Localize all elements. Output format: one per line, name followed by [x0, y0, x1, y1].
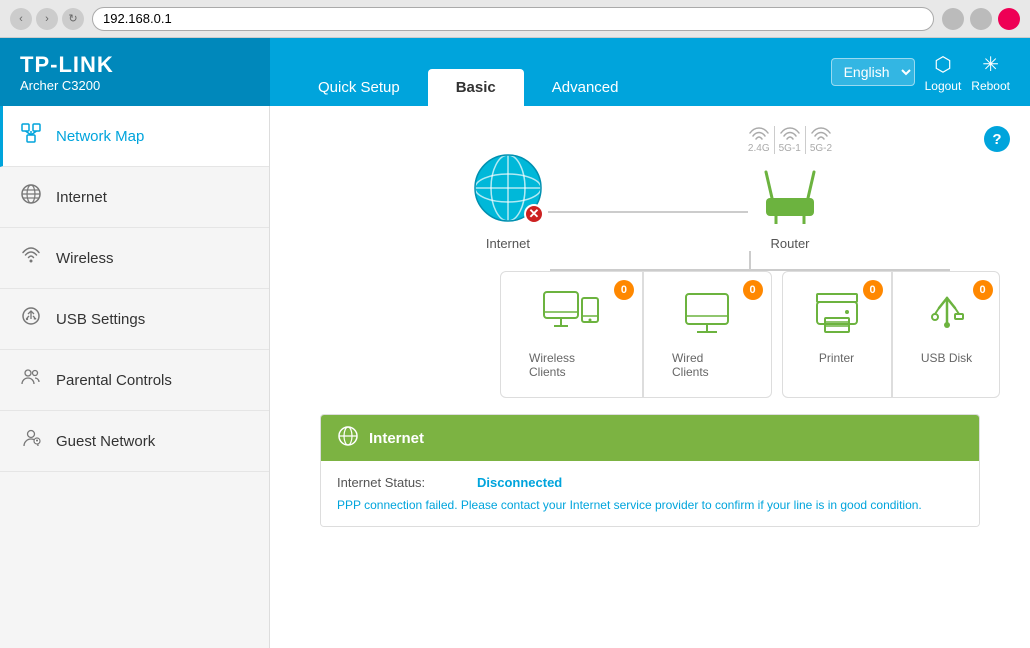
sidebar-item-parental-controls[interactable]: Parental Controls — [0, 350, 269, 411]
client-boxes-row: 0 — [500, 271, 1000, 398]
sidebar: Network Map Internet — [0, 106, 270, 648]
internet-error-badge: ✕ — [524, 204, 544, 224]
internet-label: Internet — [486, 236, 530, 251]
sidebar-label-guest-network: Guest Network — [56, 433, 155, 450]
browser-icon-3 — [998, 8, 1020, 30]
brand-name: TP-LINK — [20, 52, 114, 78]
sidebar-label-parental-controls: Parental Controls — [56, 372, 172, 389]
refresh-button[interactable]: ↻ — [62, 8, 84, 30]
right-client-group: 0 — [782, 271, 1001, 398]
wifi-divider-1 — [774, 126, 775, 154]
wifi-divider-2 — [805, 126, 806, 154]
usb-disk-label: USB Disk — [921, 351, 972, 365]
topo-h-line — [548, 211, 748, 213]
network-map-content: ? — [270, 106, 1030, 547]
sidebar-item-internet[interactable]: Internet — [0, 167, 269, 228]
wired-clients-label: Wired Clients — [672, 351, 743, 379]
browser-nav: ‹ › ↻ — [10, 8, 84, 30]
sidebar-label-internet: Internet — [56, 189, 107, 206]
router-svg — [754, 166, 826, 224]
topology-top-row: ✕ Internet — [300, 126, 1000, 251]
status-row: Internet Status: Disconnected — [337, 475, 963, 490]
status-header: Internet — [321, 415, 979, 461]
forward-button[interactable]: › — [36, 8, 58, 30]
main: Network Map Internet — [0, 106, 1030, 648]
internet-icon-container: ✕ — [468, 148, 548, 228]
reboot-button[interactable]: ✳ Reboot — [971, 52, 1010, 93]
tab-basic[interactable]: Basic — [428, 69, 524, 106]
tab-quick-setup[interactable]: Quick Setup — [290, 69, 428, 106]
printer-badge: 0 — [863, 280, 883, 300]
internet-icon — [20, 183, 42, 211]
wireless-clients-label: Wireless Clients — [529, 351, 614, 379]
browser-icon-1 — [942, 8, 964, 30]
brand: TP-LINK Archer C3200 — [0, 38, 270, 106]
browser-chrome: ‹ › ↻ — [0, 0, 1030, 38]
status-message: PPP connection failed. Please contact yo… — [337, 498, 963, 512]
usb-disk-badge: 0 — [973, 280, 993, 300]
back-button[interactable]: ‹ — [10, 8, 32, 30]
logout-label: Logout — [925, 79, 962, 93]
usb-disk-icon — [921, 290, 973, 343]
nav-right: English 中文 ⬡ Logout ✳ Reboot — [811, 38, 1030, 106]
wired-clients-badge: 0 — [743, 280, 763, 300]
logout-icon: ⬡ — [934, 52, 951, 77]
wired-clients-icon — [681, 290, 733, 343]
topo-vertical-connector — [400, 251, 1030, 271]
tab-advanced[interactable]: Advanced — [524, 69, 647, 106]
help-button[interactable]: ? — [984, 126, 1010, 152]
topology-diagram: ✕ Internet — [300, 126, 1000, 398]
internet-status-section: Internet Internet Status: Disconnected P… — [320, 414, 980, 527]
brand-model: Archer C3200 — [20, 78, 114, 93]
content-area: ? — [270, 106, 1030, 648]
wifi-band-5g2: 5G-2 — [810, 126, 832, 154]
reboot-label: Reboot — [971, 79, 1010, 93]
status-body: Internet Status: Disconnected PPP connec… — [321, 461, 979, 526]
sidebar-item-usb-settings[interactable]: USB Settings — [0, 289, 269, 350]
network-map-icon — [20, 122, 42, 150]
sidebar-label-usb-settings: USB Settings — [56, 311, 145, 328]
wireless-icon — [20, 244, 42, 272]
wifi-band-5g1: 5G-1 — [779, 126, 801, 154]
wifi-bands-row: 2.4G 5G-1 — [748, 126, 832, 154]
sidebar-item-network-map[interactable]: Network Map — [0, 106, 269, 167]
usb-disk-item[interactable]: 0 — [892, 272, 1001, 397]
printer-icon — [811, 290, 863, 343]
sidebar-label-wireless: Wireless — [56, 250, 114, 267]
v-line-top — [749, 251, 751, 269]
wireless-clients-item[interactable]: 0 — [501, 272, 643, 397]
wifi-band-2g: 2.4G — [748, 126, 770, 154]
status-value: Disconnected — [477, 475, 562, 490]
status-header-globe-icon — [337, 425, 359, 451]
status-label: Internet Status: — [337, 475, 457, 490]
printer-label: Printer — [819, 351, 854, 365]
browser-icon-2 — [970, 8, 992, 30]
app: TP-LINK Archer C3200 Quick Setup Basic A… — [0, 38, 1030, 648]
address-bar[interactable] — [92, 7, 934, 31]
router-node[interactable]: 2.4G 5G-1 — [748, 126, 832, 251]
wireless-clients-icon — [542, 290, 600, 343]
left-client-group: 0 — [500, 271, 772, 398]
parental-controls-icon — [20, 366, 42, 394]
browser-icons — [942, 8, 1020, 30]
logout-button[interactable]: ⬡ Logout — [925, 52, 962, 93]
wireless-clients-badge: 0 — [614, 280, 634, 300]
router-label: Router — [770, 236, 809, 251]
internet-node[interactable]: ✕ Internet — [468, 148, 548, 251]
sidebar-label-network-map: Network Map — [56, 128, 144, 145]
usb-settings-icon — [20, 305, 42, 333]
sidebar-item-guest-network[interactable]: Guest Network — [0, 411, 269, 472]
top-nav: TP-LINK Archer C3200 Quick Setup Basic A… — [0, 38, 1030, 106]
language-select[interactable]: English 中文 — [831, 58, 915, 86]
wired-clients-item[interactable]: 0 Wired Clients — [643, 272, 771, 397]
reboot-icon: ✳ — [982, 52, 999, 77]
sidebar-item-wireless[interactable]: Wireless — [0, 228, 269, 289]
printer-item[interactable]: 0 — [783, 272, 892, 397]
status-header-label: Internet — [369, 430, 424, 447]
nav-tabs: Quick Setup Basic Advanced — [270, 38, 811, 106]
guest-network-icon — [20, 427, 42, 455]
